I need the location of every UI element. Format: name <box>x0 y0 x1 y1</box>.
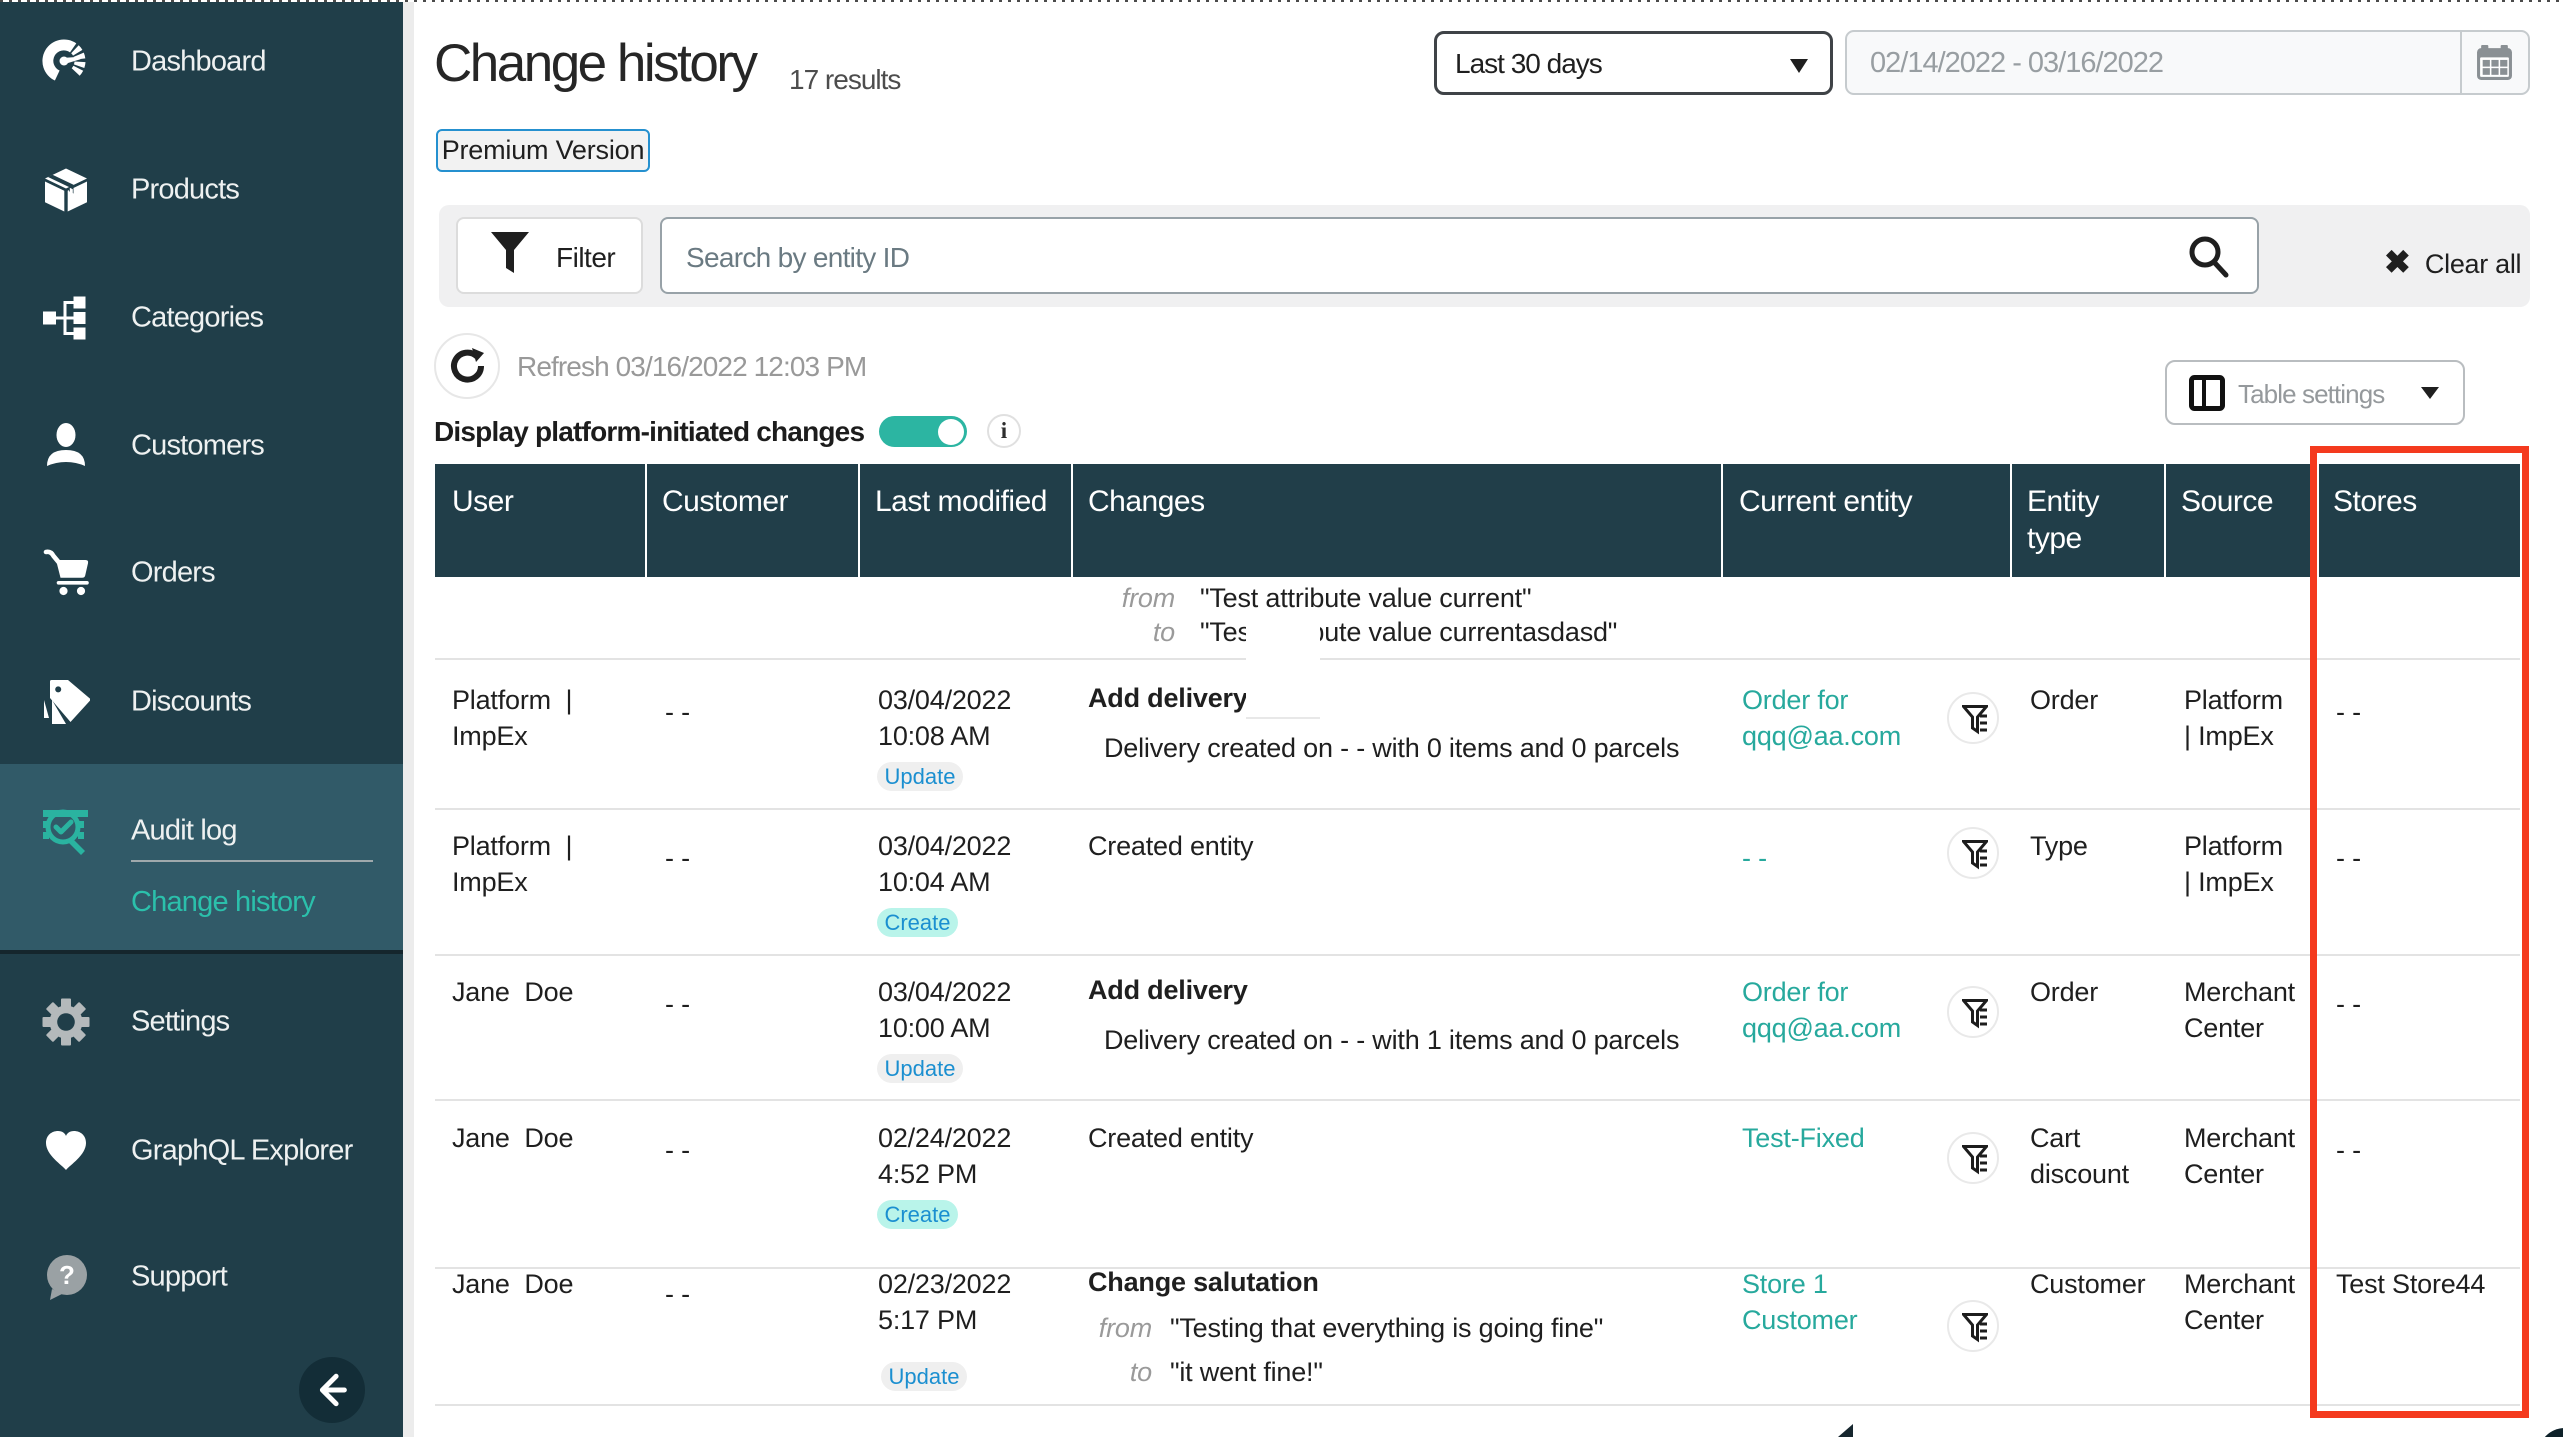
svg-text:?: ? <box>59 1260 75 1290</box>
